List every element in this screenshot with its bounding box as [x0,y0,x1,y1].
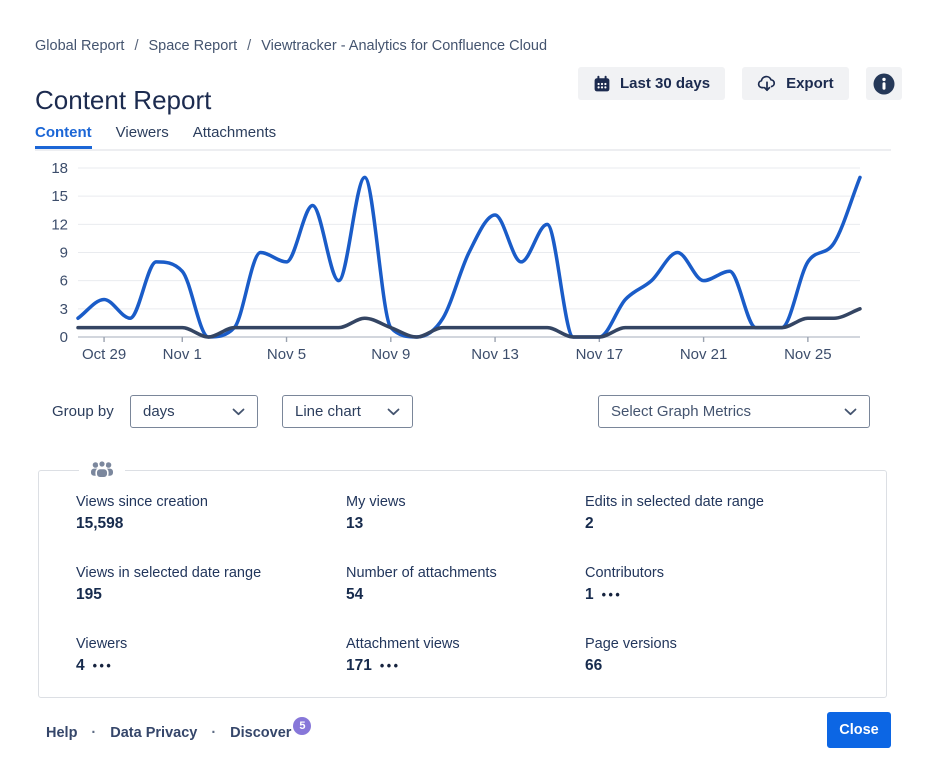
tab-viewers[interactable]: Viewers [116,124,169,149]
cloud-download-icon [757,75,777,92]
stat-edits-in-range: Edits in selected date range 2 [585,494,876,533]
stat-label: Views since creation [76,494,346,510]
breadcrumb-separator: / [134,38,138,54]
graph-metrics-placeholder: Select Graph Metrics [611,403,751,420]
stat-label: Page versions [585,636,876,652]
discover-label: Discover [230,725,291,741]
info-button[interactable] [866,67,902,100]
svg-text:Oct 29: Oct 29 [82,346,126,363]
svg-text:3: 3 [60,301,68,318]
breadcrumb-space-report[interactable]: Space Report [149,38,238,54]
group-by-value: days [143,403,175,420]
stat-label: Edits in selected date range [585,494,876,510]
svg-text:Nov 5: Nov 5 [267,346,306,363]
more-dots-button[interactable]: ••• [602,589,623,602]
footer-links: Help · Data Privacy · Discover 5 [46,725,309,741]
footer-separator: · [91,725,96,741]
breadcrumb-separator: / [247,38,251,54]
svg-text:Nov 9: Nov 9 [371,346,410,363]
people-group-icon [79,459,125,481]
date-range-label: Last 30 days [620,75,710,92]
stat-value: 195 [76,586,102,604]
stat-views-since-creation: Views since creation 15,598 [76,494,346,533]
stat-contributors: Contributors 1 ••• [585,565,876,604]
stat-label: Attachment views [346,636,585,652]
group-by-label: Group by [52,403,114,420]
stat-value: 2 [585,515,594,533]
stat-value: 171 [346,657,372,675]
info-icon [873,73,895,95]
graph-metrics-select[interactable]: Select Graph Metrics [598,395,870,428]
export-button[interactable]: Export [742,67,849,100]
chart-type-select[interactable]: Line chart [282,395,413,428]
discover-link[interactable]: Discover 5 [230,725,309,741]
tab-attachments[interactable]: Attachments [193,124,276,149]
footer-separator: · [211,725,216,741]
stat-value: 1 [585,586,594,604]
tab-content[interactable]: Content [35,124,92,149]
svg-text:0: 0 [60,329,68,346]
export-label: Export [786,75,834,92]
stat-label: Contributors [585,565,876,581]
more-dots-button[interactable]: ••• [380,660,401,673]
svg-text:15: 15 [51,188,68,205]
page-title: Content Report [35,85,211,116]
data-privacy-link[interactable]: Data Privacy [110,725,197,741]
stat-views-in-range: Views in selected date range 195 [76,565,346,604]
help-link[interactable]: Help [46,725,77,741]
tabs-divider [35,149,891,151]
stat-label: My views [346,494,585,510]
svg-text:Nov 1: Nov 1 [163,346,202,363]
toolbar: Last 30 days Export [578,67,902,100]
calendar-icon [593,75,611,93]
stat-label: Views in selected date range [76,565,346,581]
group-by-select[interactable]: days [130,395,258,428]
stats-panel: Views since creation 15,598 My views 13 … [38,470,887,698]
tab-bar: Content Viewers Attachments [35,124,276,149]
svg-text:9: 9 [60,245,68,262]
stat-number-of-attachments: Number of attachments 54 [346,565,585,604]
chevron-down-icon [387,408,400,416]
stat-label: Number of attachments [346,565,585,581]
chevron-down-icon [844,408,857,416]
stat-my-views: My views 13 [346,494,585,533]
svg-text:18: 18 [51,160,68,177]
chart-type-value: Line chart [295,403,361,420]
stat-page-versions: Page versions 66 [585,636,876,675]
date-range-button[interactable]: Last 30 days [578,67,725,100]
svg-text:Nov 21: Nov 21 [680,346,728,363]
stat-value: 66 [585,657,602,675]
stat-viewers: Viewers 4 ••• [76,636,346,675]
stats-grid: Views since creation 15,598 My views 13 … [39,471,886,675]
svg-text:6: 6 [60,273,68,290]
breadcrumb-current-page: Viewtracker - Analytics for Confluence C… [261,38,547,54]
stat-attachment-views: Attachment views 171 ••• [346,636,585,675]
notification-badge: 5 [293,717,311,735]
close-button[interactable]: Close [827,712,891,748]
stat-value: 54 [346,586,363,604]
stat-value: 13 [346,515,363,533]
svg-text:Nov 25: Nov 25 [784,346,832,363]
svg-text:Nov 17: Nov 17 [576,346,624,363]
stat-value: 15,598 [76,515,123,533]
stat-label: Viewers [76,636,346,652]
chevron-down-icon [232,408,245,416]
svg-text:12: 12 [51,216,68,233]
line-chart: 0 3 6 9 12 15 18 Oct 29 Nov 1 Nov 5 Nov 9 Nov 13 Nov… [0,158,926,378]
stat-value: 4 [76,657,85,675]
breadcrumb: Global Report / Space Report / Viewtrack… [35,38,547,54]
breadcrumb-global-report[interactable]: Global Report [35,38,124,54]
more-dots-button[interactable]: ••• [93,660,114,673]
svg-text:Nov 13: Nov 13 [471,346,519,363]
